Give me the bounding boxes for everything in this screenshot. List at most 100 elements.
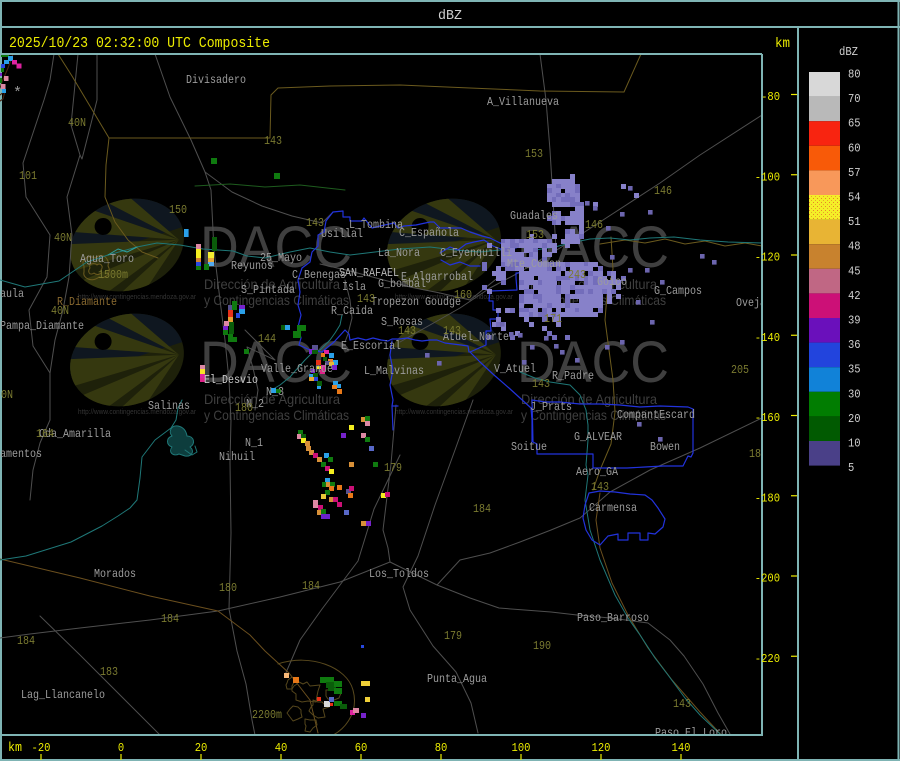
svg-text:39: 39 [848, 314, 861, 328]
svg-text:30: 30 [848, 387, 861, 401]
svg-text:-160: -160 [755, 411, 780, 425]
svg-text:Pampa_Diamante: Pampa_Diamante [0, 319, 84, 333]
svg-text:143: 143 [264, 134, 282, 148]
svg-text:Lag_Llancanelo: Lag_Llancanelo [21, 688, 105, 702]
svg-text:R_Caida: R_Caida [331, 304, 373, 318]
svg-text:-180: -180 [755, 491, 780, 505]
svg-text:Bowen: Bowen [650, 440, 680, 454]
svg-text:180: 180 [235, 401, 253, 415]
svg-text:N_3: N_3 [266, 385, 284, 399]
svg-text:0N: 0N [1, 388, 13, 402]
svg-text:La_Nora: La_Nora [378, 246, 420, 260]
svg-text:dBZ: dBZ [839, 45, 858, 59]
svg-text:205: 205 [731, 363, 749, 377]
svg-text:101: 101 [19, 169, 37, 183]
svg-text:km: km [8, 740, 22, 755]
svg-text:Morados: Morados [94, 567, 136, 581]
svg-text:25_Mayo: 25_Mayo [260, 251, 302, 265]
svg-text:184: 184 [302, 579, 320, 593]
svg-text:70: 70 [848, 92, 861, 106]
svg-text:El_Desvio: El_Desvio [204, 373, 258, 387]
svg-text:dBZ: dBZ [438, 8, 462, 24]
svg-text:146: 146 [654, 184, 672, 198]
svg-text:aula: aula [0, 287, 24, 301]
svg-text:Valle_Grande: Valle_Grande [261, 362, 333, 376]
svg-text:184: 184 [17, 634, 35, 648]
svg-text:L_Malvinas: L_Malvinas [364, 364, 424, 378]
svg-text:2025/10/23 02:32:00 UTC Compos: 2025/10/23 02:32:00 UTC Composite [9, 35, 270, 52]
svg-text:18: 18 [749, 447, 761, 461]
svg-text:C_Española: C_Española [399, 226, 459, 240]
svg-text:146: 146 [585, 218, 603, 232]
svg-text:Divisadero: Divisadero [186, 73, 246, 87]
svg-text:180: 180 [219, 581, 237, 595]
svg-text:60: 60 [848, 141, 861, 155]
svg-text:-220: -220 [755, 652, 780, 666]
svg-text:Punta_Agua: Punta_Agua [427, 672, 487, 686]
svg-text:57: 57 [848, 166, 861, 180]
svg-text:243: 243 [568, 268, 586, 282]
svg-text:143: 143 [591, 480, 609, 494]
svg-text:42: 42 [848, 289, 861, 303]
svg-text:C_Eyenquilli: C_Eyenquilli [440, 246, 512, 260]
svg-text:Agua_Toro: Agua_Toro [80, 252, 134, 266]
svg-text:65: 65 [848, 117, 861, 131]
svg-text:E_Escorial: E_Escorial [341, 339, 401, 353]
svg-text:171: 171 [544, 312, 562, 326]
svg-text:153: 153 [525, 147, 543, 161]
svg-text:40: 40 [275, 741, 288, 755]
svg-text:-20: -20 [32, 741, 51, 755]
svg-text:150: 150 [169, 203, 187, 217]
svg-text:km: km [775, 36, 790, 52]
svg-text:R_Padre: R_Padre [552, 369, 594, 383]
svg-text:60: 60 [355, 741, 368, 755]
svg-text:-100: -100 [755, 170, 780, 184]
svg-text:y Contingencias Climáticas: y Contingencias Climáticas [204, 407, 349, 423]
svg-text:1500m: 1500m [98, 268, 128, 282]
svg-text:C_Benegas: C_Benegas [292, 268, 346, 282]
svg-text:20: 20 [848, 412, 861, 426]
svg-text:184: 184 [161, 612, 179, 626]
svg-text:143: 143 [306, 216, 324, 230]
svg-text:Carmensa: Carmensa [589, 501, 637, 515]
svg-text:143: 143 [398, 324, 416, 338]
svg-text:N_1: N_1 [245, 436, 263, 450]
svg-text:Paso_Barroso: Paso_Barroso [577, 611, 649, 625]
svg-text:2200m: 2200m [252, 708, 282, 722]
svg-text:153: 153 [526, 228, 544, 242]
svg-text:100: 100 [512, 741, 531, 755]
svg-text:51: 51 [848, 215, 861, 229]
svg-text:144: 144 [258, 332, 276, 346]
svg-text:G_Campos: G_Campos [654, 284, 702, 298]
svg-text:-140: -140 [755, 331, 780, 345]
svg-text:J_Prats: J_Prats [530, 400, 572, 414]
svg-text:S_Pintada: S_Pintada [241, 283, 295, 297]
svg-text:40N: 40N [68, 116, 86, 130]
svg-text:Salinas: Salinas [148, 399, 190, 413]
svg-text:-80: -80 [761, 90, 780, 104]
svg-text:160: 160 [454, 288, 472, 302]
svg-text:48: 48 [848, 240, 861, 254]
svg-text:184: 184 [473, 502, 491, 516]
svg-text:5: 5 [848, 461, 854, 475]
svg-text:Soitue: Soitue [511, 440, 547, 454]
svg-text:Usillal: Usillal [321, 227, 363, 241]
svg-text:54: 54 [848, 191, 861, 205]
svg-text:10: 10 [848, 437, 861, 451]
svg-text:179: 179 [444, 629, 462, 643]
svg-text:Los_Toldos: Los_Toldos [369, 567, 429, 581]
svg-text:36: 36 [848, 338, 861, 352]
svg-text:G_ALVEAR: G_ALVEAR [574, 430, 622, 444]
svg-text:35: 35 [848, 363, 861, 377]
svg-text:Goico: Goico [597, 275, 627, 289]
svg-text:164: 164 [36, 427, 54, 441]
svg-text:R_Diamante: R_Diamante [57, 295, 117, 309]
svg-text:*: * [13, 85, 22, 102]
svg-text:179: 179 [384, 461, 402, 475]
svg-text:Tropezon Goudge: Tropezon Goudge [371, 295, 461, 309]
svg-text:140: 140 [672, 741, 691, 755]
svg-text:V_Atuel: V_Atuel [494, 362, 536, 376]
svg-text:Nihuil: Nihuil [219, 450, 255, 464]
svg-text:80: 80 [848, 68, 861, 82]
svg-text:Mte_Coman: Mte_Coman [507, 257, 561, 271]
